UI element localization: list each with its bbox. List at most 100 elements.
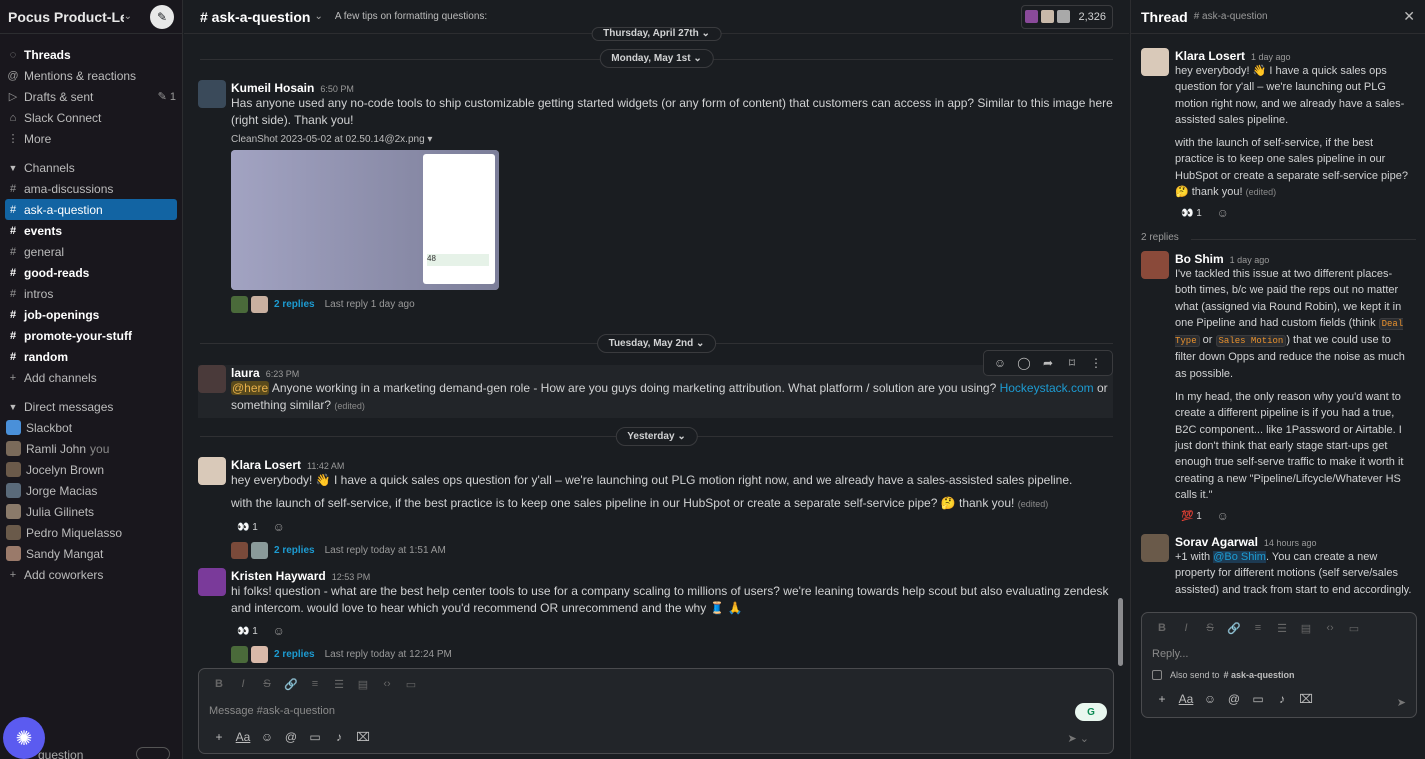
reaction-100[interactable]: 💯 1 (1175, 510, 1208, 523)
format-icon[interactable]: Aa (1174, 692, 1198, 706)
reply-count[interactable]: 2 replies (274, 299, 315, 310)
chevron-down-icon[interactable]: ⌄ (314, 11, 322, 22)
sidebar-item-dm[interactable]: Julia Gilinets (0, 501, 182, 522)
bullet-list-icon[interactable]: ☰ (327, 678, 351, 691)
format-icon[interactable]: Aa (231, 730, 255, 744)
grammarly-icon[interactable]: G (1075, 703, 1107, 721)
avatar[interactable] (1141, 534, 1169, 562)
plus-icon[interactable]: + (1150, 692, 1174, 706)
reaction-eyes[interactable]: 👀 1 (1175, 207, 1208, 220)
also-send-to[interactable]: Also send to # ask-a-question (1142, 665, 1416, 685)
italic-icon[interactable]: I (231, 678, 255, 690)
bookmark-icon[interactable]: ⌑ (1060, 356, 1084, 370)
message-input[interactable]: Message #ask-a-question (199, 699, 1113, 723)
sidebar-item-channel[interactable]: # ama-discussions (0, 178, 182, 199)
sidebar-item-channel[interactable]: # intros (0, 283, 182, 304)
huddle-toggle[interactable] (136, 747, 170, 759)
avatar[interactable] (1141, 48, 1169, 76)
timestamp[interactable]: 11:42 AM (307, 461, 344, 471)
date-divider[interactable]: Monday, May 1st ⌄ (599, 49, 714, 68)
share-icon[interactable]: ➦ (1036, 356, 1060, 370)
ordered-list-icon[interactable]: ≡ (303, 678, 327, 690)
mic-icon[interactable]: ♪ (1270, 692, 1294, 706)
mention[interactable]: @here (231, 381, 270, 395)
thread-reply[interactable]: Bo Shim 1 day ago I've tackled this issue… (1141, 251, 1413, 525)
sidebar-item-threads[interactable]: ◌ Threads (0, 44, 182, 65)
thread-parent-message[interactable]: Klara Losert 1 day ago hey everybody! 👋 I… (1141, 48, 1413, 222)
video-icon[interactable]: ▭ (303, 730, 327, 744)
message[interactable]: Kumeil Hosain 6:50 PM Has anyone used any… (198, 80, 1113, 313)
timestamp[interactable]: 14 hours ago (1264, 538, 1317, 548)
emoji-icon[interactable]: ☺ (255, 730, 279, 744)
workspace-name[interactable]: Pocus Product-Le... (8, 9, 124, 25)
blockquote-icon[interactable]: ▤ (1294, 622, 1318, 635)
italic-icon[interactable]: I (1174, 622, 1198, 634)
mention-icon[interactable]: @ (279, 730, 303, 744)
avatar[interactable] (198, 568, 226, 596)
more-actions-icon[interactable]: ⋮ (1084, 356, 1108, 370)
ordered-list-icon[interactable]: ≡ (1246, 622, 1270, 634)
send-icon[interactable]: ➤ ⌄ (1068, 732, 1090, 745)
code-block-icon[interactable]: ▭ (1342, 622, 1366, 635)
sidebar-item-slack-connect[interactable]: ⌂ Slack Connect (0, 107, 182, 128)
channels-header[interactable]: ▼ Channels (0, 157, 182, 178)
file-name[interactable]: CleanShot 2023-05-02 at 02.50.14@2x.png … (231, 134, 1113, 145)
strike-icon[interactable]: S (1198, 622, 1222, 634)
sidebar-item-dm[interactable]: Slackbot (0, 417, 182, 438)
image-attachment[interactable]: 48 (231, 150, 499, 290)
sidebar-item-channel[interactable]: # random (0, 346, 182, 367)
thread-replies[interactable]: 2 replies Last reply today at 1:51 AM (231, 542, 1113, 559)
reaction-eyes[interactable]: 👀 1 (231, 521, 264, 534)
sidebar-item-channel-active[interactable]: # ask-a-question (5, 199, 177, 220)
bullet-list-icon[interactable]: ☰ (1270, 622, 1294, 635)
sender-name[interactable]: Klara Losert (1175, 49, 1245, 63)
link[interactable]: Hockeystack.com (1000, 381, 1094, 395)
sidebar-item-channel[interactable]: # general (0, 241, 182, 262)
thread-reply[interactable]: Sorav Agarwal 14 hours ago +1 with @Bo Sh… (1141, 534, 1413, 598)
sender-name[interactable]: Kumeil Hosain (231, 81, 314, 95)
workspace-header[interactable]: Pocus Product-Le... ⌄ ✎ (0, 0, 182, 34)
scrollbar[interactable] (1118, 598, 1123, 666)
add-reaction-icon[interactable]: ☺ (1213, 204, 1233, 222)
sender-name[interactable]: Bo Shim (1175, 252, 1224, 266)
sidebar-item-channel[interactable]: # good-reads (0, 262, 182, 283)
add-reaction-icon[interactable]: ☺ (269, 518, 289, 536)
code-icon[interactable]: ‹› (1318, 622, 1342, 634)
channel-name[interactable]: # ask-a-question (200, 9, 310, 25)
sidebar-item-channel[interactable]: # events (0, 220, 182, 241)
reply-input[interactable]: Reply... (1142, 643, 1416, 665)
date-divider[interactable]: Tuesday, May 2nd ⌄ (596, 334, 717, 353)
avatar[interactable] (198, 457, 226, 485)
bold-icon[interactable]: B (207, 678, 231, 690)
reply-count[interactable]: 2 replies (274, 649, 315, 660)
timestamp[interactable]: 1 day ago (1251, 52, 1291, 62)
sender-name[interactable]: Sorav Agarwal (1175, 535, 1258, 549)
add-reaction-icon[interactable]: ☺ (1213, 507, 1233, 525)
sidebar-item-dm[interactable]: Sandy Mangat (0, 543, 182, 564)
timestamp[interactable]: 1 day ago (1230, 255, 1270, 265)
send-icon[interactable]: ➤ (1397, 696, 1406, 709)
video-icon[interactable]: ▭ (1246, 692, 1270, 706)
add-reaction-icon[interactable]: ☺ (269, 622, 289, 640)
date-divider[interactable]: Yesterday ⌄ (615, 427, 698, 446)
sidebar-item-mentions[interactable]: @ Mentions & reactions (0, 65, 182, 86)
reply-count[interactable]: 2 replies (274, 545, 315, 556)
reaction-eyes[interactable]: 👀 1 (231, 625, 264, 638)
avatar[interactable] (198, 365, 226, 393)
reply-in-thread-icon[interactable]: ◯ (1012, 356, 1036, 370)
sidebar-item-dm[interactable]: Pedro Miquelasso (0, 522, 182, 543)
mention-icon[interactable]: @ (1222, 692, 1246, 706)
avatar[interactable] (1141, 251, 1169, 279)
thread-replies[interactable]: 2 replies Last reply 1 day ago (231, 296, 1113, 313)
sender-name[interactable]: Klara Losert (231, 458, 301, 472)
message[interactable]: Kristen Hayward 12:53 PM hi folks! questi… (198, 568, 1113, 663)
compose-icon[interactable]: ✎ (150, 4, 174, 29)
sender-name[interactable]: Kristen Hayward (231, 569, 326, 583)
code-block-icon[interactable]: ▭ (399, 678, 423, 691)
shortcuts-icon[interactable]: ⌧ (1294, 692, 1318, 706)
mic-icon[interactable]: ♪ (327, 730, 351, 744)
link-icon[interactable]: 🔗 (279, 678, 303, 691)
strike-icon[interactable]: S (255, 678, 279, 690)
thread-channel[interactable]: # ask-a-question (1194, 11, 1268, 22)
mention[interactable]: @Bo Shim (1213, 551, 1266, 563)
